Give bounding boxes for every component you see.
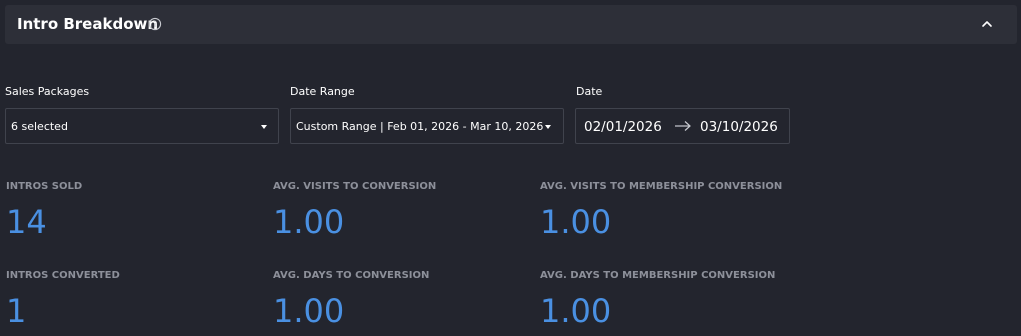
avg-visits-to-membership-conversion-label: AVG. VISITS TO MEMBERSHIP CONVERSION	[540, 181, 783, 192]
intros-sold-label: INTROS SOLD	[6, 181, 83, 192]
date-range-select[interactable]: Custom Range | Feb 01, 2026 - Mar 10, 20…	[290, 108, 564, 144]
avg-visits-to-conversion-label: AVG. VISITS TO CONVERSION	[273, 181, 437, 192]
intros-sold-value: 14	[6, 203, 47, 241]
caret-down-icon	[545, 125, 551, 129]
chevron-up-icon[interactable]	[981, 18, 993, 30]
date-range-picker[interactable]: 02/01/2026 03/10/2026	[575, 108, 790, 144]
avg-visits-to-conversion-value: 1.00	[273, 203, 345, 241]
caret-down-icon	[261, 125, 267, 129]
date-label: Date	[576, 85, 603, 98]
avg-days-to-membership-conversion-label: AVG. DAYS TO MEMBERSHIP CONVERSION	[540, 270, 776, 281]
avg-days-to-membership-conversion-value: 1.00	[540, 292, 612, 330]
avg-visits-to-membership-conversion-value: 1.00	[540, 203, 612, 241]
panel-header[interactable]: Intro Breakdown	[5, 5, 1017, 44]
sales-packages-value: 6 selected	[11, 120, 68, 133]
avg-days-to-conversion-value: 1.00	[273, 292, 345, 330]
date-range-label: Date Range	[290, 85, 355, 98]
info-circle-icon[interactable]	[148, 17, 162, 31]
avg-days-to-conversion-label: AVG. DAYS TO CONVERSION	[273, 270, 430, 281]
panel-title: Intro Breakdown	[17, 15, 159, 33]
intros-converted-value: 1	[6, 292, 27, 330]
date-range-value: Custom Range | Feb 01, 2026 - Mar 10, 20…	[296, 120, 544, 133]
intros-converted-label: INTROS CONVERTED	[6, 270, 120, 281]
arrow-right-icon	[675, 121, 691, 131]
date-end-input[interactable]: 03/10/2026	[700, 119, 778, 135]
date-start-input[interactable]: 02/01/2026	[584, 119, 662, 135]
sales-packages-select[interactable]: 6 selected	[5, 108, 279, 144]
sales-packages-label: Sales Packages	[5, 85, 90, 98]
